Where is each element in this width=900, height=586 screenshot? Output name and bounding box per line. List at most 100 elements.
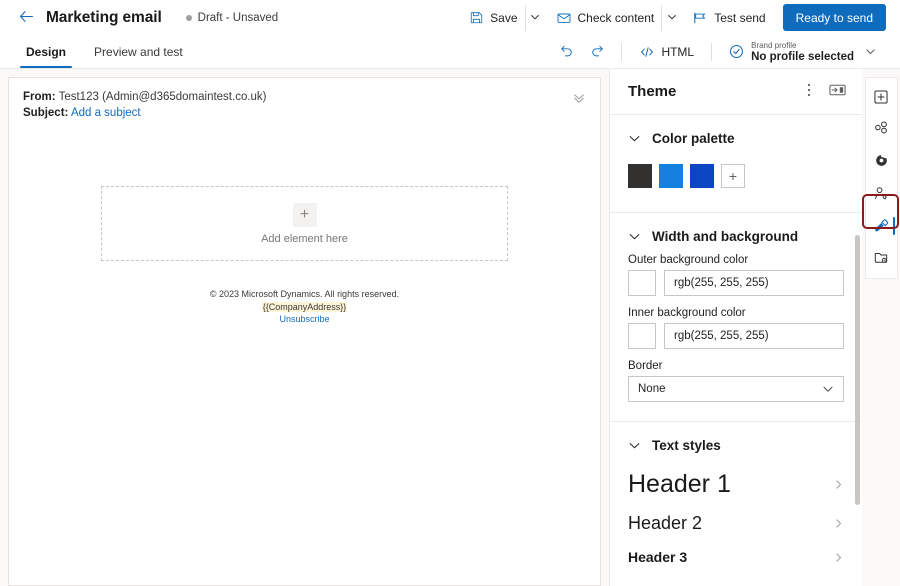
panel-scrollbar[interactable] — [855, 235, 860, 505]
from-label: From: — [23, 91, 56, 103]
tab-preview-and-test[interactable]: Preview and test — [86, 35, 191, 68]
add-element-icon — [873, 89, 889, 108]
chevron-down-icon — [628, 132, 641, 145]
rail-button-brand[interactable] — [866, 146, 897, 178]
redo-icon — [589, 42, 605, 61]
back-button[interactable] — [14, 6, 38, 30]
rail-button-theme[interactable] — [866, 210, 897, 242]
chevron-down-icon — [628, 230, 641, 243]
color-swatch-2[interactable] — [659, 164, 683, 188]
code-brackets-icon — [639, 44, 655, 60]
panel-collapse-button[interactable] — [826, 81, 848, 103]
collapse-panel-icon — [829, 83, 846, 100]
redo-button[interactable] — [583, 39, 611, 65]
chevron-double-down-icon — [572, 94, 586, 108]
tab-design[interactable]: Design — [18, 35, 74, 68]
text-style-row-paragraph[interactable]: Paragraph — [610, 573, 862, 586]
subject-label: Subject: — [23, 107, 68, 119]
status-text: Draft - Unsaved — [198, 12, 279, 24]
unsubscribe-link[interactable]: Unsubscribe — [9, 313, 600, 326]
panel-more-button[interactable] — [800, 81, 818, 103]
check-content-options-caret[interactable] — [661, 5, 681, 31]
components-icon — [873, 120, 890, 140]
panel-header: Theme — [610, 69, 862, 115]
company-address-token[interactable]: {{CompanyAddress}} — [262, 302, 348, 312]
toolbar-divider-2 — [711, 43, 712, 61]
rail-button-personalization[interactable] — [866, 178, 897, 210]
text-style-label: Header 1 — [628, 468, 731, 500]
envelope-check-icon — [556, 10, 572, 26]
text-style-row-header2[interactable]: Header 2 — [610, 505, 862, 541]
color-swatch-1[interactable] — [628, 164, 652, 188]
chevron-down-icon — [628, 439, 641, 452]
right-icon-rail — [862, 69, 900, 586]
html-label: HTML — [661, 45, 694, 59]
border-select-value: None — [638, 383, 666, 395]
page-title: Marketing email — [46, 9, 162, 27]
inner-background-color-chip[interactable] — [628, 323, 656, 349]
text-style-label: Header 2 — [628, 510, 702, 536]
ready-to-send-button[interactable]: Ready to send — [783, 4, 886, 31]
chevron-down-icon — [865, 46, 876, 57]
text-style-row-header1[interactable]: Header 1 — [610, 463, 862, 505]
add-element-dropzone[interactable]: + Add element here — [101, 186, 508, 261]
dropzone-label: Add element here — [261, 233, 348, 245]
subject-input[interactable]: Add a subject — [71, 107, 141, 119]
save-disk-icon — [469, 10, 484, 25]
check-content-button[interactable]: Check content — [549, 5, 662, 31]
save-options-caret[interactable] — [525, 5, 545, 31]
chevron-right-icon — [833, 518, 844, 529]
brand-check-icon — [728, 43, 745, 60]
brand-profile-value: No profile selected — [751, 51, 854, 63]
add-color-button[interactable]: + — [721, 164, 745, 188]
email-header-expand-button[interactable] — [572, 89, 586, 108]
test-send-button[interactable]: Test send — [685, 5, 772, 31]
chevron-right-icon — [833, 479, 844, 490]
section-color-palette-title: Color palette — [652, 131, 735, 146]
status-dot-icon — [186, 15, 192, 21]
email-header: From: Test123 (Admin@d365domaintest.co.u… — [9, 78, 600, 130]
brand-globe-icon — [874, 153, 889, 171]
send-flag-icon — [692, 10, 708, 26]
email-canvas[interactable]: From: Test123 (Admin@d365domaintest.co.u… — [8, 77, 601, 586]
brand-profile-button[interactable]: Brand profile No profile selected — [722, 37, 882, 67]
theme-properties-panel: Theme — [609, 69, 862, 586]
outer-background-color-chip[interactable] — [628, 270, 656, 296]
text-style-row-header3[interactable]: Header 3 — [610, 541, 862, 573]
color-swatch-3[interactable] — [690, 164, 714, 188]
email-canvas-area: From: Test123 (Admin@d365domaintest.co.u… — [0, 69, 609, 586]
section-width-background-title: Width and background — [652, 229, 798, 244]
chevron-down-icon — [667, 11, 677, 25]
toolbar-divider — [621, 43, 622, 61]
text-style-label: Header 3 — [628, 546, 687, 568]
panel-title: Theme — [628, 83, 676, 100]
border-label: Border — [628, 360, 844, 372]
rail-button-group — [865, 77, 898, 279]
section-color-palette-header[interactable]: Color palette — [610, 115, 862, 156]
email-body: + Add element here © 2023 Microsoft Dyna… — [9, 186, 600, 326]
undo-button[interactable] — [553, 39, 581, 65]
inner-background-color-input[interactable]: rgb(255, 255, 255) — [664, 323, 844, 349]
rail-button-saved-blocks[interactable] — [866, 242, 897, 274]
rail-button-add-element[interactable] — [866, 82, 897, 114]
border-select[interactable]: None — [628, 376, 844, 402]
test-send-label: Test send — [714, 11, 765, 25]
save-button[interactable]: Save — [462, 5, 524, 31]
chevron-down-icon — [822, 383, 834, 395]
check-content-label: Check content — [578, 11, 655, 25]
chevron-right-icon — [833, 552, 844, 563]
outer-background-color-input[interactable]: rgb(255, 255, 255) — [664, 270, 844, 296]
html-button[interactable]: HTML — [632, 39, 701, 65]
workspace: From: Test123 (Admin@d365domaintest.co.u… — [0, 69, 900, 586]
section-text-styles-header[interactable]: Text styles — [610, 422, 862, 463]
arrow-left-icon — [18, 8, 35, 28]
section-text-styles-title: Text styles — [652, 438, 721, 453]
text-style-label: Paragraph — [628, 582, 684, 586]
inner-background-field: Inner background color rgb(255, 255, 255… — [610, 307, 862, 360]
from-value: Test123 (Admin@d365domaintest.co.uk) — [59, 91, 267, 103]
status-badge: Draft - Unsaved — [186, 12, 279, 24]
save-label: Save — [490, 11, 517, 25]
rail-button-components[interactable] — [866, 114, 897, 146]
section-width-background-header[interactable]: Width and background — [610, 213, 862, 254]
more-vertical-icon — [807, 82, 811, 101]
